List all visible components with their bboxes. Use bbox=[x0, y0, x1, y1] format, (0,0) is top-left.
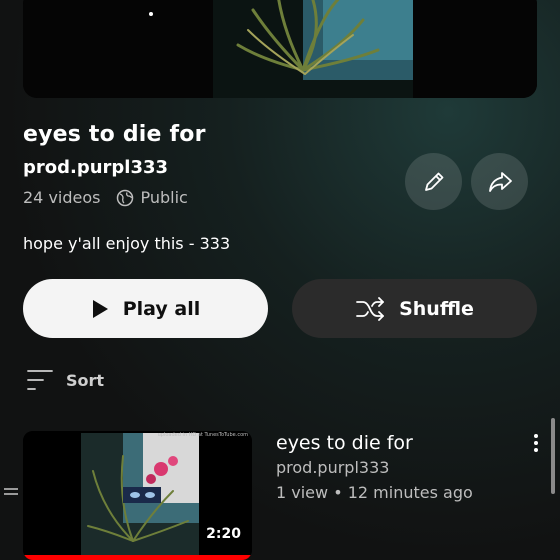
cover-artwork bbox=[23, 0, 537, 98]
scrollbar[interactable] bbox=[551, 418, 555, 494]
more-options-button[interactable] bbox=[528, 434, 544, 456]
globe-icon bbox=[116, 189, 134, 207]
visibility-label: Public bbox=[140, 188, 188, 207]
share-icon bbox=[488, 171, 512, 192]
sort-label: Sort bbox=[66, 370, 105, 390]
shuffle-icon bbox=[356, 296, 384, 321]
playlist-description: hope y'all enjoy this - 333 bbox=[23, 234, 231, 253]
video-title[interactable]: eyes to die for bbox=[276, 432, 413, 454]
watch-progress-bar bbox=[23, 555, 252, 560]
playlist-meta: 24 videos Public bbox=[23, 188, 188, 207]
thumbnail-watermark: uploaded in HD at TunesToTube.com bbox=[157, 432, 248, 438]
playlist-owner[interactable]: prod.purpl333 bbox=[23, 157, 168, 178]
pencil-icon bbox=[424, 172, 443, 191]
playlist-cover-image bbox=[23, 0, 537, 98]
video-count: 24 videos bbox=[23, 188, 101, 207]
video-duration-badge: 2:20 bbox=[201, 524, 246, 544]
sort-button[interactable]: Sort bbox=[26, 368, 104, 392]
video-owner: prod.purpl333 bbox=[276, 458, 390, 477]
drag-handle[interactable] bbox=[4, 488, 18, 500]
play-all-label: Play all bbox=[122, 297, 201, 320]
sort-icon bbox=[27, 370, 53, 390]
edit-button[interactable] bbox=[405, 153, 462, 210]
play-icon bbox=[92, 299, 108, 318]
play-all-button[interactable]: Play all bbox=[23, 279, 268, 338]
shuffle-label: Shuffle bbox=[399, 297, 474, 320]
share-button[interactable] bbox=[471, 153, 528, 210]
video-thumbnail[interactable]: uploaded in HD at TunesToTube.com 2:20 bbox=[23, 431, 252, 560]
playlist-title: eyes to die for bbox=[23, 122, 206, 147]
shuffle-button[interactable]: Shuffle bbox=[292, 279, 537, 338]
video-stats: 1 view • 12 minutes ago bbox=[276, 483, 473, 502]
